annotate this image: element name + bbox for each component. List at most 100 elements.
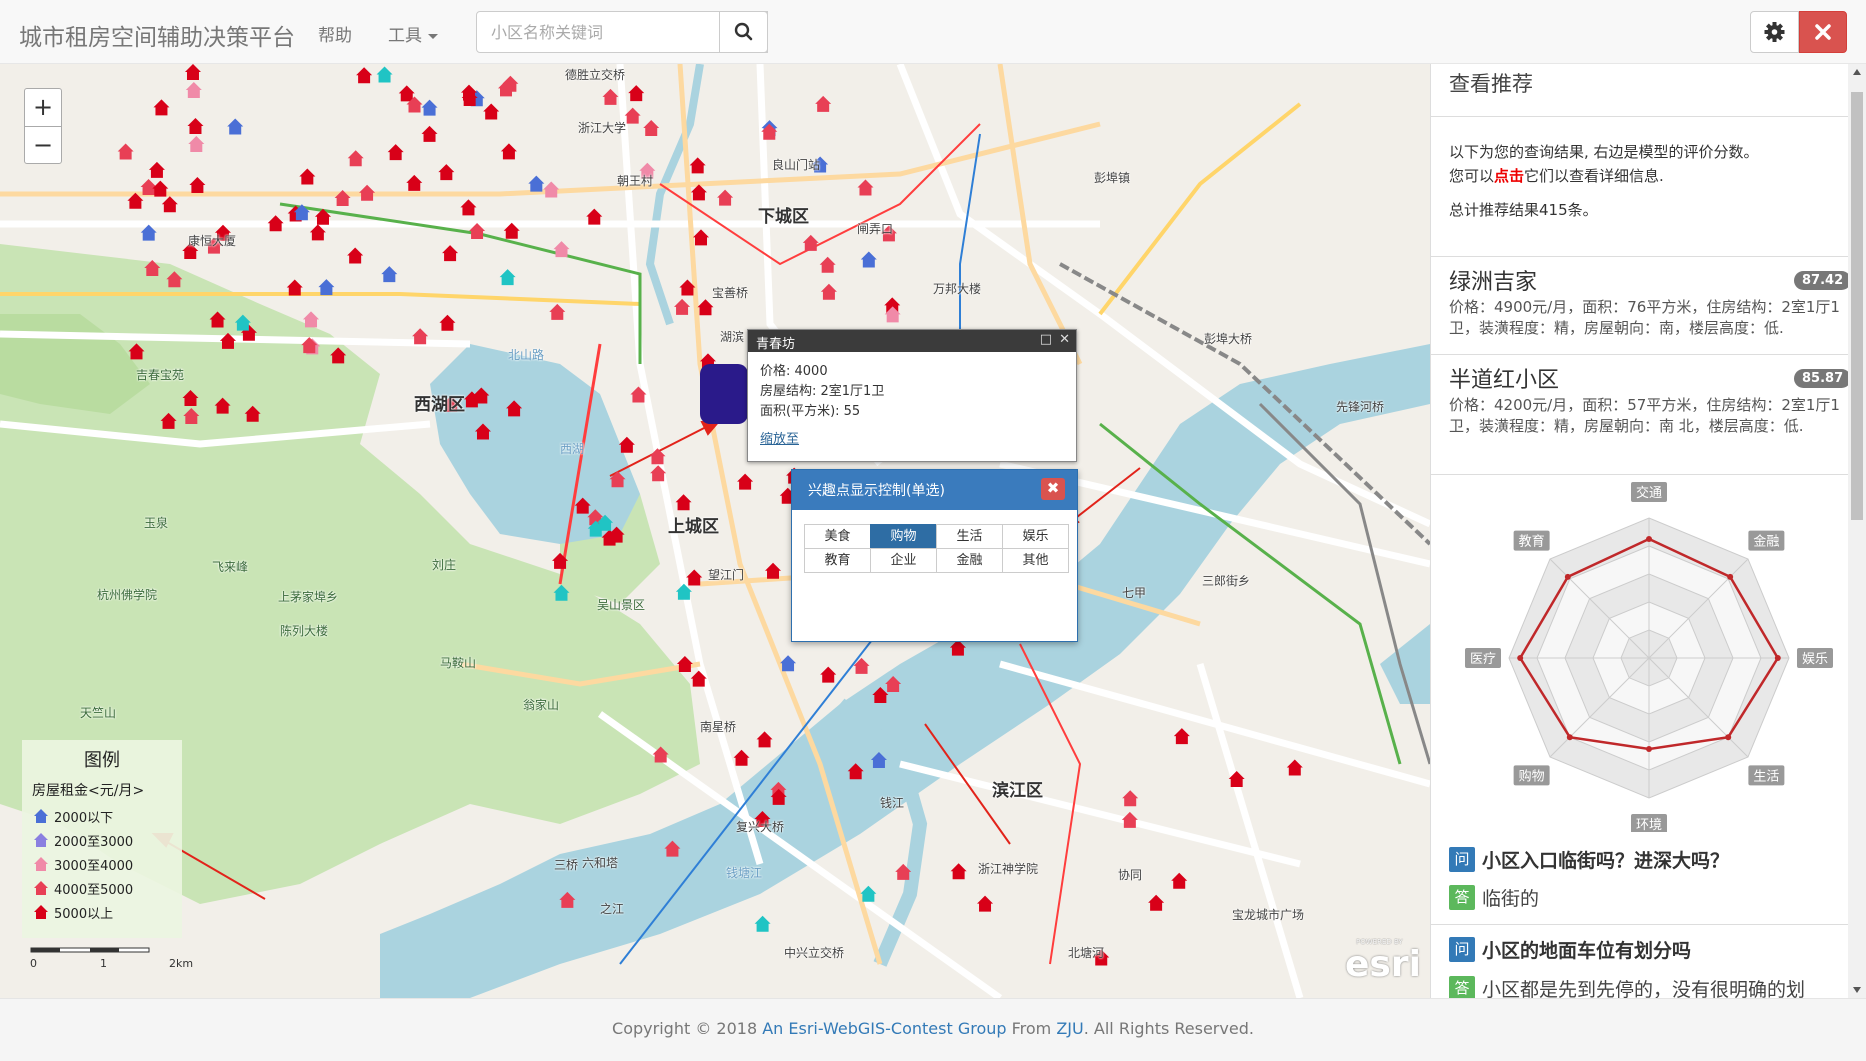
- result-desc: 价格：4900元/月，面积：76平方米，住房结构：2室1厅1卫，装潢程度：精，房…: [1449, 298, 1840, 337]
- settings-button[interactable]: [1750, 11, 1799, 53]
- intro-highlight: 点击: [1494, 167, 1525, 185]
- map-view[interactable]: 德胜立交桥 朝王村 良山门站 闸弄口 彭埠镇 康恒大厦 浙江大学 宝善桥 万邦大…: [0, 64, 1430, 998]
- answer-text: 小区都是先到先停的，没有很明确的划: [1482, 979, 1806, 998]
- divider: [1431, 256, 1849, 257]
- radar-point: [1517, 655, 1524, 661]
- answer-tag: 答: [1449, 976, 1475, 998]
- radar-point: [1774, 655, 1781, 661]
- map-label: 中兴立交桥: [784, 946, 845, 960]
- result-name[interactable]: 绿洲吉家: [1449, 264, 1537, 296]
- esri-logo: esri: [1345, 944, 1421, 985]
- map-label: 朝王村: [617, 174, 654, 188]
- map-label: 上茅家埠乡: [278, 590, 339, 604]
- answer: 答临街的: [1449, 884, 1539, 911]
- poi-option-life[interactable]: 生活: [936, 524, 1003, 549]
- district-label: 滨江区: [992, 781, 1043, 801]
- zoom-control: + −: [24, 88, 62, 164]
- footer-group-link[interactable]: An Esri-WebGIS-Contest Group: [762, 1019, 1006, 1038]
- map-label: 宝善桥: [712, 286, 749, 300]
- search-button[interactable]: [719, 11, 768, 53]
- map-label: 杭州佛学院: [97, 588, 158, 602]
- scroll-thumb[interactable]: [1851, 92, 1863, 520]
- question: 问小区的地面车位有划分吗: [1449, 936, 1691, 963]
- poi-options: 美食 购物 生活 娱乐 教育 企业 金融 其他: [804, 524, 1069, 573]
- app-title[interactable]: 城市租房空间辅助决策平台: [19, 18, 295, 52]
- map-label: 良山门站: [772, 158, 821, 172]
- popup-line: 面积(平方米): 55: [760, 404, 861, 419]
- intro-text: 以下为您的查询结果, 右边是模型的评价分数。 您可以点击它们以查看详细信息.: [1449, 140, 1839, 188]
- poi-option-shopping[interactable]: 购物: [870, 524, 937, 549]
- map-label: 先锋河桥: [1336, 400, 1385, 414]
- poi-option-other[interactable]: 其他: [1002, 548, 1069, 573]
- poi-option-entertainment[interactable]: 娱乐: [1002, 524, 1069, 549]
- map-label: 北山路: [508, 348, 545, 362]
- map-label: 吴山景区: [597, 598, 646, 612]
- gear-icon: [1764, 22, 1785, 42]
- radar-point: [1646, 746, 1652, 752]
- radar-point: [1727, 573, 1734, 580]
- radar-axis-label: 金融: [1753, 534, 1779, 550]
- map-label: 吉春宝苑: [136, 368, 185, 382]
- scale-bar-graphic: [30, 947, 150, 953]
- search-icon: [734, 22, 753, 41]
- scale-tick: 2km: [169, 957, 194, 970]
- house-icon: [34, 857, 48, 871]
- legend-label: 4000至5000: [54, 882, 134, 898]
- house-icon: [34, 905, 48, 919]
- navbar: 城市租房空间辅助决策平台 帮助 工具: [0, 0, 1866, 64]
- scroll-down-icon[interactable]: [1853, 987, 1861, 993]
- house-icon: [34, 809, 48, 823]
- map-label: 南星桥: [700, 720, 737, 734]
- radar-axis-label: 医疗: [1470, 652, 1496, 667]
- popup-line: 房屋结构: 2室1厅1卫: [760, 384, 885, 399]
- map-label: 宝龙城市广场: [1232, 908, 1305, 922]
- footer-copyright: Copyright © 2018: [612, 1019, 763, 1038]
- poi-header: 兴趣点显示控制(单选) ✖: [792, 470, 1077, 510]
- answer-text: 临街的: [1482, 888, 1540, 910]
- intro-line-2: 您可以点击它们以查看详细信息.: [1449, 164, 1839, 188]
- scale-tick: 0: [30, 957, 37, 970]
- scale-bar: 0 1 2km: [30, 946, 194, 970]
- map-label: 望江门: [708, 568, 745, 582]
- poi-option-education[interactable]: 教育: [804, 548, 871, 573]
- intro-line-1: 以下为您的查询结果, 右边是模型的评价分数。: [1449, 143, 1759, 161]
- intro-text-part: 它们以查看详细信息.: [1524, 167, 1664, 185]
- question-tag: 问: [1449, 937, 1475, 962]
- poi-title: 兴趣点显示控制(单选): [808, 483, 945, 499]
- maximize-icon[interactable]: □: [1040, 332, 1052, 347]
- selected-cluster[interactable]: [700, 364, 748, 424]
- poi-option-finance[interactable]: 金融: [936, 548, 1003, 573]
- zoom-in-button[interactable]: +: [25, 89, 61, 126]
- radar-point: [1725, 734, 1732, 741]
- zoom-to-link[interactable]: 缩放至: [760, 430, 1064, 450]
- popup-header: 青春坊 □ ✕: [748, 330, 1076, 352]
- close-icon[interactable]: ✕: [1059, 332, 1070, 347]
- nav-tools-dropdown[interactable]: 工具: [388, 21, 438, 46]
- map-label: 湖滨: [720, 330, 745, 344]
- footer-zju-link[interactable]: ZJU: [1056, 1019, 1083, 1038]
- map-label: 七甲: [1122, 586, 1147, 600]
- result-name[interactable]: 半道红小区: [1449, 362, 1559, 394]
- divider: [1431, 116, 1849, 117]
- panel-scrollbar[interactable]: [1848, 64, 1866, 998]
- close-button[interactable]: [1799, 11, 1847, 53]
- district-label: 上城区: [668, 517, 719, 537]
- score-badge: 87.42: [1794, 271, 1852, 290]
- question-text: 小区入口临街吗？进深大吗？: [1482, 850, 1730, 872]
- map-label: 陈列大楼: [280, 624, 329, 638]
- map-label: 三桥: [554, 858, 579, 872]
- panel-title: 查看推荐: [1449, 72, 1533, 96]
- radar-axis-label: 交通: [1636, 485, 1662, 501]
- district-label: 下城区: [758, 207, 809, 227]
- divider: [1431, 924, 1849, 925]
- poi-option-enterprise[interactable]: 企业: [870, 548, 937, 573]
- radar-axis-label: 娱乐: [1802, 652, 1828, 667]
- poi-option-food[interactable]: 美食: [804, 524, 871, 549]
- question-text: 小区的地面车位有划分吗: [1482, 940, 1692, 962]
- poi-close-button[interactable]: ✖: [1041, 478, 1065, 500]
- map-label: 天竺山: [80, 706, 117, 720]
- map-label: 钱江: [880, 796, 905, 810]
- scroll-up-icon[interactable]: [1853, 69, 1861, 75]
- zoom-out-button[interactable]: −: [25, 126, 61, 163]
- nav-help-link[interactable]: 帮助: [318, 21, 352, 46]
